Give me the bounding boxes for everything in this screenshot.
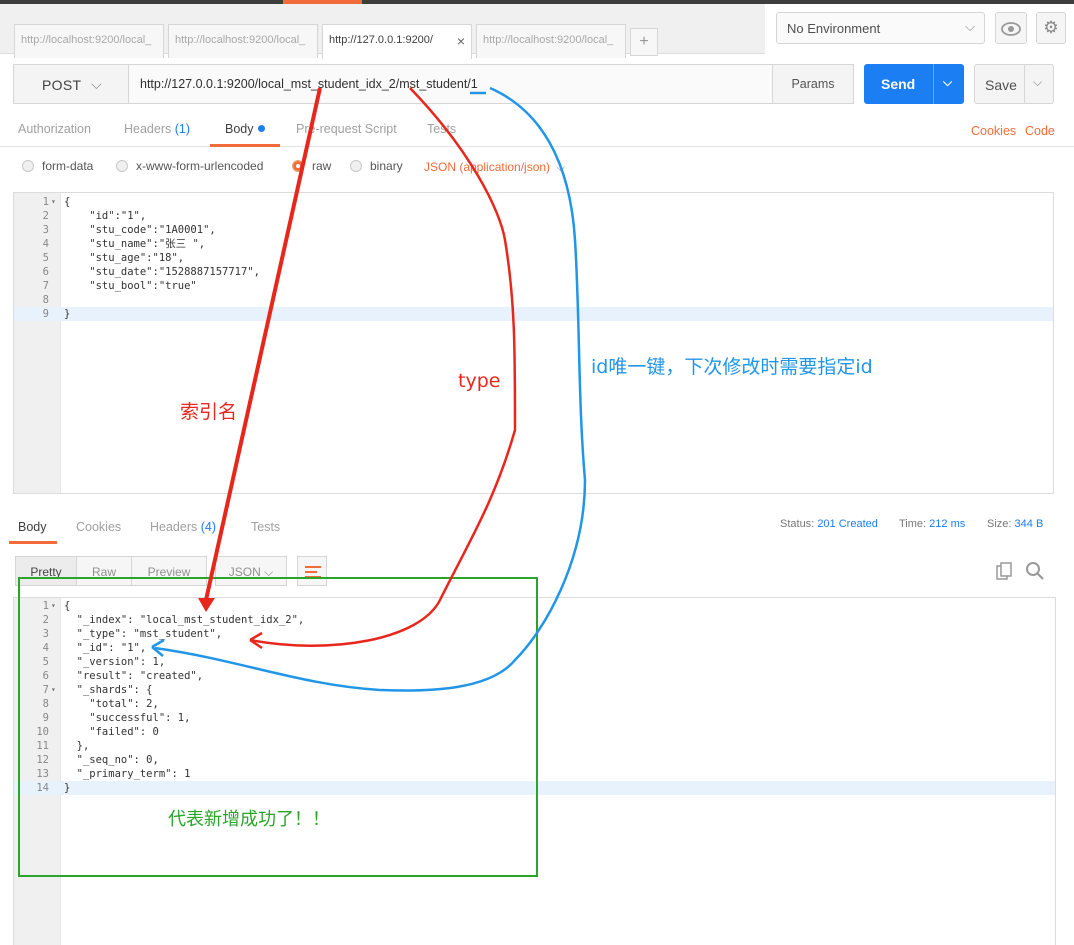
- annotation-type: type: [458, 370, 501, 392]
- type-arrow: [249, 87, 517, 647]
- index-arrow-head: [198, 598, 215, 612]
- annotation-id: id唯一键，下次修改时需要指定id: [591, 356, 873, 378]
- annotation-index-name: 索引名: [180, 401, 238, 423]
- annotation-arrows: [151, 86, 587, 692]
- id-arrow: [154, 86, 587, 692]
- annotation-success: 代表新增成功了！！: [168, 809, 330, 830]
- index-arrow: [204, 87, 322, 601]
